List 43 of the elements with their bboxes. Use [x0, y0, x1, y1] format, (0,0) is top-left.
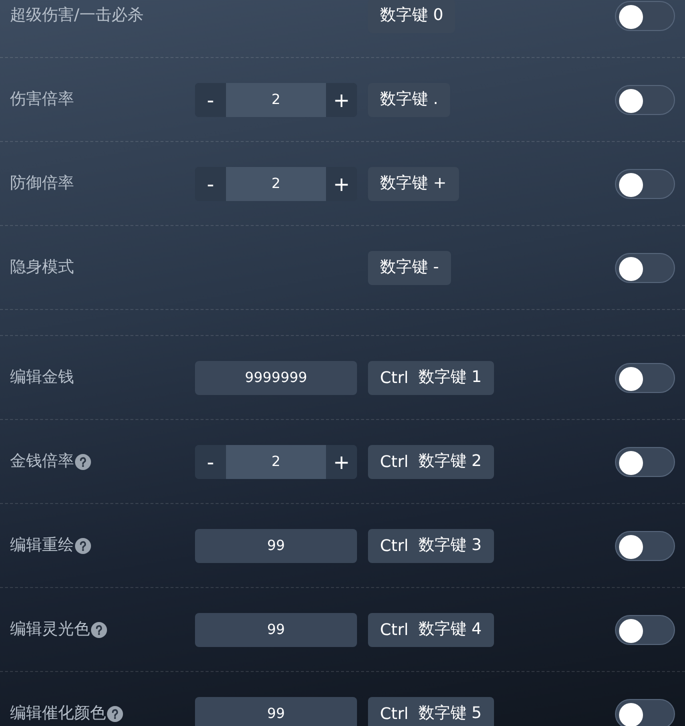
key-label: 数字键 5: [418, 703, 482, 724]
toggle-switch[interactable]: [615, 698, 675, 726]
key-label: Ctrl: [380, 620, 408, 639]
toggle-switch[interactable]: [615, 0, 675, 30]
key-label: 数字键 +: [380, 173, 446, 194]
value-field[interactable]: 99: [195, 612, 357, 646]
number-field[interactable]: 2: [226, 82, 326, 116]
option-label: 编辑金钱: [10, 367, 74, 388]
number-field[interactable]: 2: [226, 444, 326, 478]
key-label: Ctrl: [380, 536, 408, 555]
option-label: 隐身模式: [10, 257, 74, 278]
key-label: 数字键 4: [418, 619, 482, 640]
toggle-switch[interactable]: [615, 446, 675, 476]
value-field[interactable]: 9999999: [195, 360, 357, 394]
option-label: 编辑灵光色: [10, 619, 90, 640]
option-label: 编辑催化颜色: [10, 703, 106, 724]
number-field[interactable]: 2: [226, 166, 326, 200]
toggle-switch[interactable]: [615, 530, 675, 560]
toggle-switch[interactable]: [615, 168, 675, 198]
option-label: 超级伤害/一击必杀: [10, 5, 144, 26]
option-label: 伤害倍率: [10, 89, 74, 110]
help-icon[interactable]: [75, 538, 91, 554]
value-field[interactable]: 99: [195, 696, 357, 726]
help-icon[interactable]: [75, 454, 91, 470]
key-label: Ctrl: [380, 368, 408, 387]
key-label: 数字键 .: [380, 89, 438, 110]
key-label: 数字键 0: [380, 5, 444, 26]
toggle-switch[interactable]: [615, 362, 675, 392]
toggle-switch[interactable]: [615, 252, 675, 282]
option-label: 编辑重绘: [10, 535, 74, 556]
key-label: Ctrl: [380, 704, 408, 723]
help-icon[interactable]: [91, 622, 107, 638]
key-label: 数字键 3: [418, 535, 482, 556]
key-label: 数字键 2: [418, 451, 482, 472]
key-label: 数字键 -: [380, 257, 439, 278]
value-field[interactable]: 99: [195, 528, 357, 562]
help-icon[interactable]: [107, 706, 123, 722]
key-label: Ctrl: [380, 452, 408, 471]
option-label: 防御倍率: [10, 173, 74, 194]
toggle-switch[interactable]: [615, 614, 675, 644]
option-label: 金钱倍率: [10, 451, 74, 472]
key-label: 数字键 1: [418, 367, 482, 388]
toggle-switch[interactable]: [615, 84, 675, 114]
